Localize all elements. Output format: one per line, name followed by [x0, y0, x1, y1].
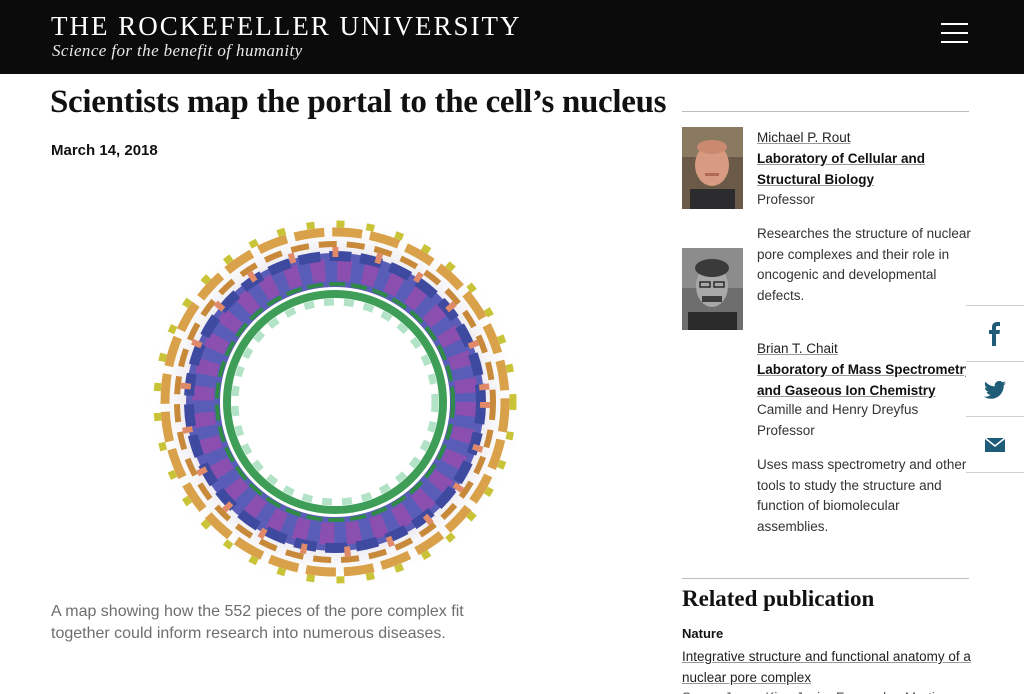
lab-link[interactable]: Laboratory of Cellular and Structural Bi…	[757, 148, 977, 190]
sidebar-divider	[682, 578, 969, 579]
share-email-button[interactable]	[966, 416, 1024, 473]
site-title[interactable]: THE ROCKEFELLER UNIVERSITY	[51, 11, 521, 42]
lab-link[interactable]: Laboratory of Mass Spectrometry and Gase…	[757, 359, 977, 401]
person-title: Camille and Henry Dreyfus Professor	[757, 402, 919, 438]
article-date: March 14, 2018	[51, 142, 158, 159]
site-tagline: Science for the benefit of humanity	[52, 41, 303, 60]
person-description: Researches the structure of nuclear pore…	[757, 226, 971, 303]
person-name-link[interactable]: Michael P. Rout	[757, 130, 851, 145]
hamburger-menu-icon[interactable]	[941, 21, 968, 45]
portrait-brian-chait	[682, 248, 743, 330]
publication-journal: Nature	[682, 626, 724, 641]
person-description: Uses mass spectrometry and other tools t…	[757, 457, 967, 534]
site-header: THE ROCKEFELLER UNIVERSITY Science for t…	[0, 0, 1024, 74]
image-caption: A map showing how the 552 pieces of the …	[51, 603, 464, 642]
person-title: Professor	[757, 192, 815, 207]
facebook-icon	[989, 322, 1000, 346]
article-headline: Scientists map the portal to the cell’s …	[50, 84, 667, 120]
sidebar-divider	[682, 111, 969, 112]
portrait-michael-rout	[682, 127, 743, 209]
related-publication-heading: Related publication	[682, 586, 875, 611]
publication-title-link[interactable]: Integrative structure and functional ana…	[682, 646, 974, 688]
twitter-icon	[984, 381, 1006, 399]
share-facebook-button[interactable]	[966, 305, 1024, 361]
publication-authors: Seung Joong Kim, Javier Fernandez-Martin…	[682, 687, 974, 694]
person-name-link[interactable]: Brian T. Chait	[757, 341, 838, 356]
email-icon	[984, 437, 1006, 452]
nuclear-pore-complex-image	[140, 206, 540, 601]
share-twitter-button[interactable]	[966, 361, 1024, 417]
